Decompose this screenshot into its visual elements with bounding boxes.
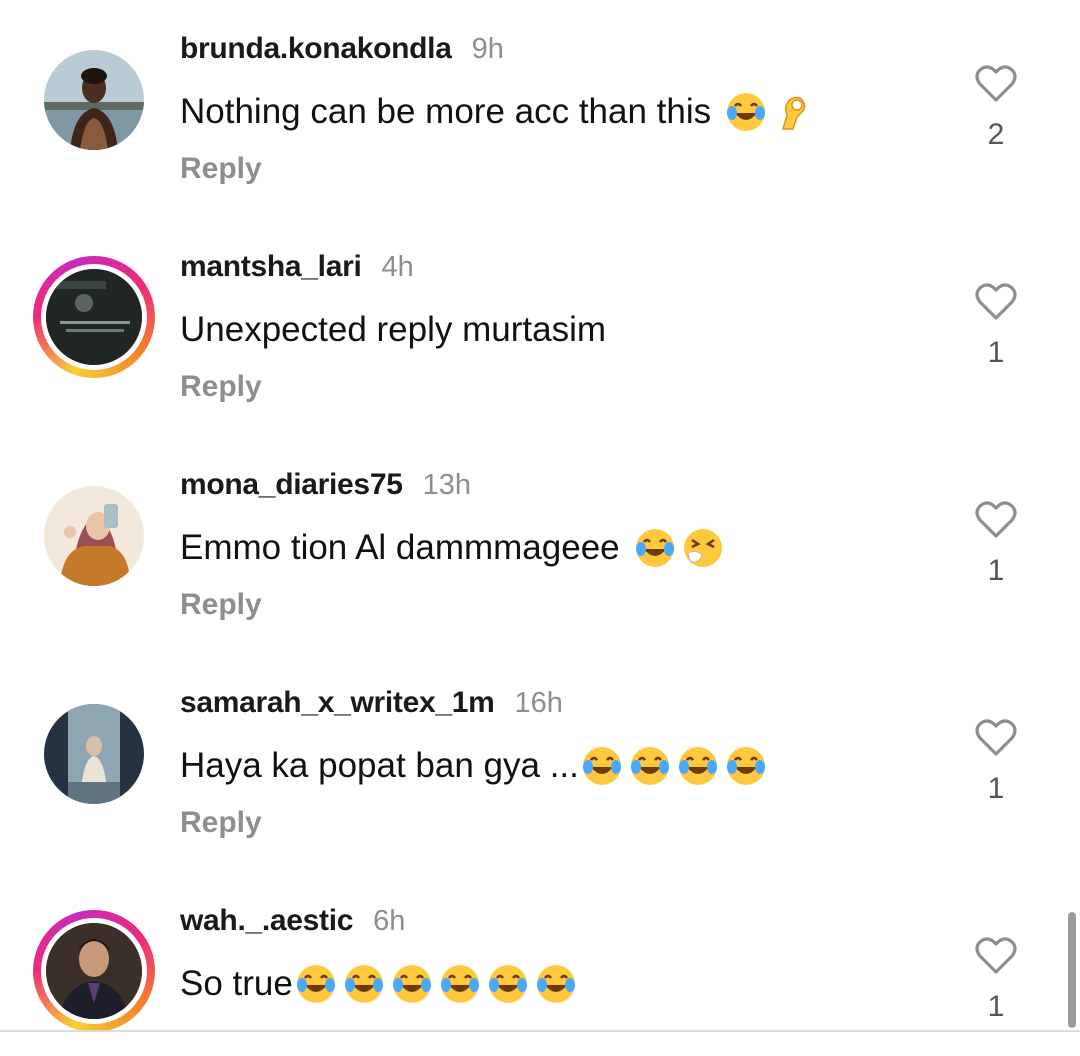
like-count: 1	[987, 554, 1005, 587]
joy-emoji	[582, 747, 621, 785]
reply-button[interactable]: Reply	[180, 370, 262, 404]
heart-outline-icon[interactable]	[974, 62, 1018, 104]
comment-username[interactable]: mona_diaries75	[180, 468, 403, 502]
comment-text: So true	[180, 964, 293, 1003]
like-count: 2	[987, 118, 1005, 151]
comment-timestamp: 9h	[471, 33, 504, 65]
joy-emoji	[296, 965, 335, 1003]
avatar	[41, 918, 147, 1024]
avatar	[44, 50, 144, 150]
comment-timestamp: 6h	[373, 905, 406, 937]
joy-emoji	[344, 965, 383, 1003]
joy-emoji	[726, 747, 765, 785]
avatar-button[interactable]	[44, 486, 144, 586]
joy-emoji	[440, 965, 479, 1003]
comment-username[interactable]: brunda.konakondla	[180, 32, 452, 66]
comment-username[interactable]: wah._.aestic	[180, 904, 353, 938]
joy-emoji	[630, 747, 669, 785]
divider	[0, 1030, 1080, 1032]
like-count: 1	[987, 990, 1005, 1023]
reply-button[interactable]: Reply	[180, 588, 262, 622]
comment-item: mona_diaries75 13h Emmo tion Al dammmage…	[0, 436, 1080, 636]
comment-text: Unexpected reply murtasim	[180, 310, 606, 349]
comment-item: samarah_x_writex_1m 16h Haya ka popat ba…	[0, 654, 1080, 854]
reply-button[interactable]: Reply	[180, 152, 262, 186]
comment-timestamp: 4h	[381, 251, 414, 283]
like-count: 1	[987, 336, 1005, 369]
avatar	[44, 704, 144, 804]
avatar-button[interactable]	[44, 50, 144, 150]
joy-emoji	[536, 965, 575, 1003]
heart-outline-icon[interactable]	[974, 716, 1018, 758]
comments-screen: brunda.konakondla 9h Nothing can be more…	[0, 0, 1080, 1056]
joy-emoji	[727, 93, 766, 131]
comment-item: mantsha_lari 4h Unexpected reply murtasi…	[0, 218, 1080, 418]
heart-outline-icon[interactable]	[974, 934, 1018, 976]
avatar-story-ring[interactable]	[33, 256, 155, 378]
heart-outline-icon[interactable]	[974, 280, 1018, 322]
avatar	[44, 486, 144, 586]
comment-item: brunda.konakondla 9h Nothing can be more…	[0, 0, 1080, 200]
comment-username[interactable]: samarah_x_writex_1m	[180, 686, 495, 720]
avatar	[41, 264, 147, 370]
comment-timestamp: 16h	[514, 687, 563, 719]
comment-text: Nothing can be more acc than this	[180, 92, 712, 131]
joy-emoji	[488, 965, 527, 1003]
heart-outline-icon[interactable]	[974, 498, 1018, 540]
avatar-button[interactable]	[44, 704, 144, 804]
joy-emoji	[635, 529, 674, 567]
comment-text: Emmo tion Al dammmageee	[180, 528, 620, 567]
joy-emoji	[392, 965, 431, 1003]
like-count: 1	[987, 772, 1005, 805]
joy-emoji	[678, 747, 717, 785]
comment-text: Haya ka popat ban gya ...	[180, 746, 579, 785]
sneezing-face-emoji	[683, 529, 722, 567]
pinching-hand-emoji	[782, 96, 806, 130]
scrollbar-thumb[interactable]	[1068, 912, 1076, 1028]
comment-timestamp: 13h	[422, 469, 471, 501]
avatar-story-ring[interactable]	[33, 910, 155, 1032]
reply-button[interactable]: Reply	[180, 806, 262, 840]
comment-username[interactable]: mantsha_lari	[180, 250, 362, 284]
comment-item: wah._.aestic 6h So true 1	[0, 872, 1080, 1056]
